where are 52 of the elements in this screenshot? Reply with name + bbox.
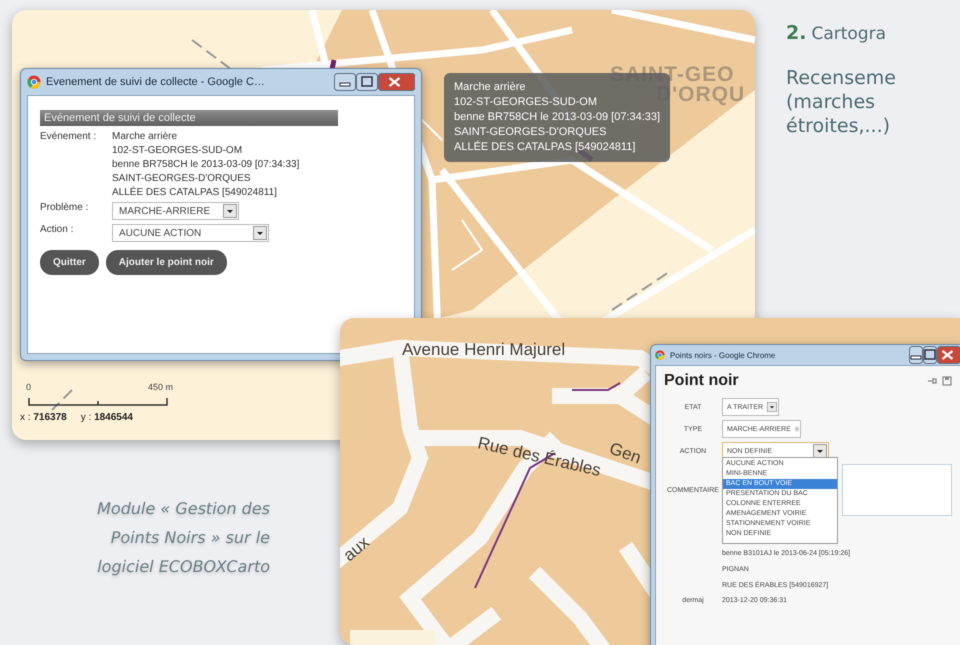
tooltip-line: Marche arrière <box>454 80 527 95</box>
tooltip-line: SAINT-GEORGES-D'ORQUES <box>454 125 608 140</box>
minimize-icon[interactable] <box>909 346 924 364</box>
field-label: Evénement : <box>40 131 98 142</box>
event-detail: ALLÉE DES CATALPAS [549024811] <box>112 187 278 198</box>
field-label: Action : <box>40 224 74 235</box>
coordinate-readout: y : 1846544 <box>80 412 133 423</box>
browser-logo-icon <box>27 75 41 89</box>
field-label: Problème : <box>40 202 90 213</box>
section-header: Evénement de suivi de collecte <box>40 110 338 126</box>
description-line: Recenseme <box>786 66 896 90</box>
dropdown-value: AUCUNE ACTION <box>119 228 202 238</box>
street-label: Rue des Érables <box>476 433 603 482</box>
dropdown[interactable]: MARCHE-ARRIERE <box>112 202 239 220</box>
event-detail: Marche arrière <box>112 131 178 142</box>
description-line: (marches <box>786 90 876 114</box>
tooltip-line: benne BR758CH le 2013-03-09 [07:34:33] <box>454 110 660 125</box>
figure-caption: Module « Gestion des Points Noirs » sur le logiciel ECOBOXCarto <box>96 498 270 578</box>
close-icon[interactable] <box>937 346 960 364</box>
panel-title: Point noir <box>664 372 739 390</box>
comment-field[interactable] <box>842 464 952 516</box>
tooltip-line: ALLÉE DES CATALPAS [549024811] <box>454 140 636 155</box>
dropdown-caret-icon <box>253 226 267 240</box>
event-detail: 102-ST-GEORGES-SUD-OM <box>112 145 244 156</box>
street-label: Avenue Henri Majurel <box>402 340 566 360</box>
pin-icon[interactable] <box>927 376 937 386</box>
section-title: Cartogra <box>811 24 886 44</box>
event-detail: SAINT-GEORGES-D'ORQUES <box>112 173 252 184</box>
map-label: SAINT-GEO <box>610 64 735 86</box>
description-line: étroites,...) <box>786 114 890 138</box>
window-title: Evenement de suivi de collecte - Google C… <box>46 76 266 88</box>
dropdown-caret-icon <box>767 400 777 414</box>
maximize-icon[interactable] <box>356 73 378 91</box>
scale-label: 450 m <box>148 382 174 392</box>
dropdown-caret-icon <box>223 204 237 218</box>
save-icon[interactable] <box>942 376 952 386</box>
event-detail: benne BR758CH le 2013-03-09 [07:34:33] <box>112 159 300 170</box>
street-label: aux <box>340 532 374 566</box>
close-icon[interactable] <box>378 73 415 91</box>
action-button[interactable]: Quitter <box>40 250 99 275</box>
maximize-icon[interactable] <box>923 346 938 364</box>
action-button[interactable]: Ajouter le point noir <box>106 250 227 275</box>
window-title: Points noirs - Google Chrome <box>670 350 776 360</box>
section-number: 2. <box>786 22 806 44</box>
scale-label: 0 <box>26 382 32 392</box>
coordinate-readout: x : 716378 <box>20 412 67 423</box>
browser-logo-icon <box>655 350 665 360</box>
tooltip-line: 102-ST-GEORGES-SUD-OM <box>454 95 598 110</box>
minimize-icon[interactable] <box>334 73 356 91</box>
dropdown[interactable]: AUCUNE ACTION <box>112 224 269 242</box>
street-label: Gen <box>606 438 644 468</box>
dropdown-value: MARCHE-ARRIERE <box>119 206 210 216</box>
